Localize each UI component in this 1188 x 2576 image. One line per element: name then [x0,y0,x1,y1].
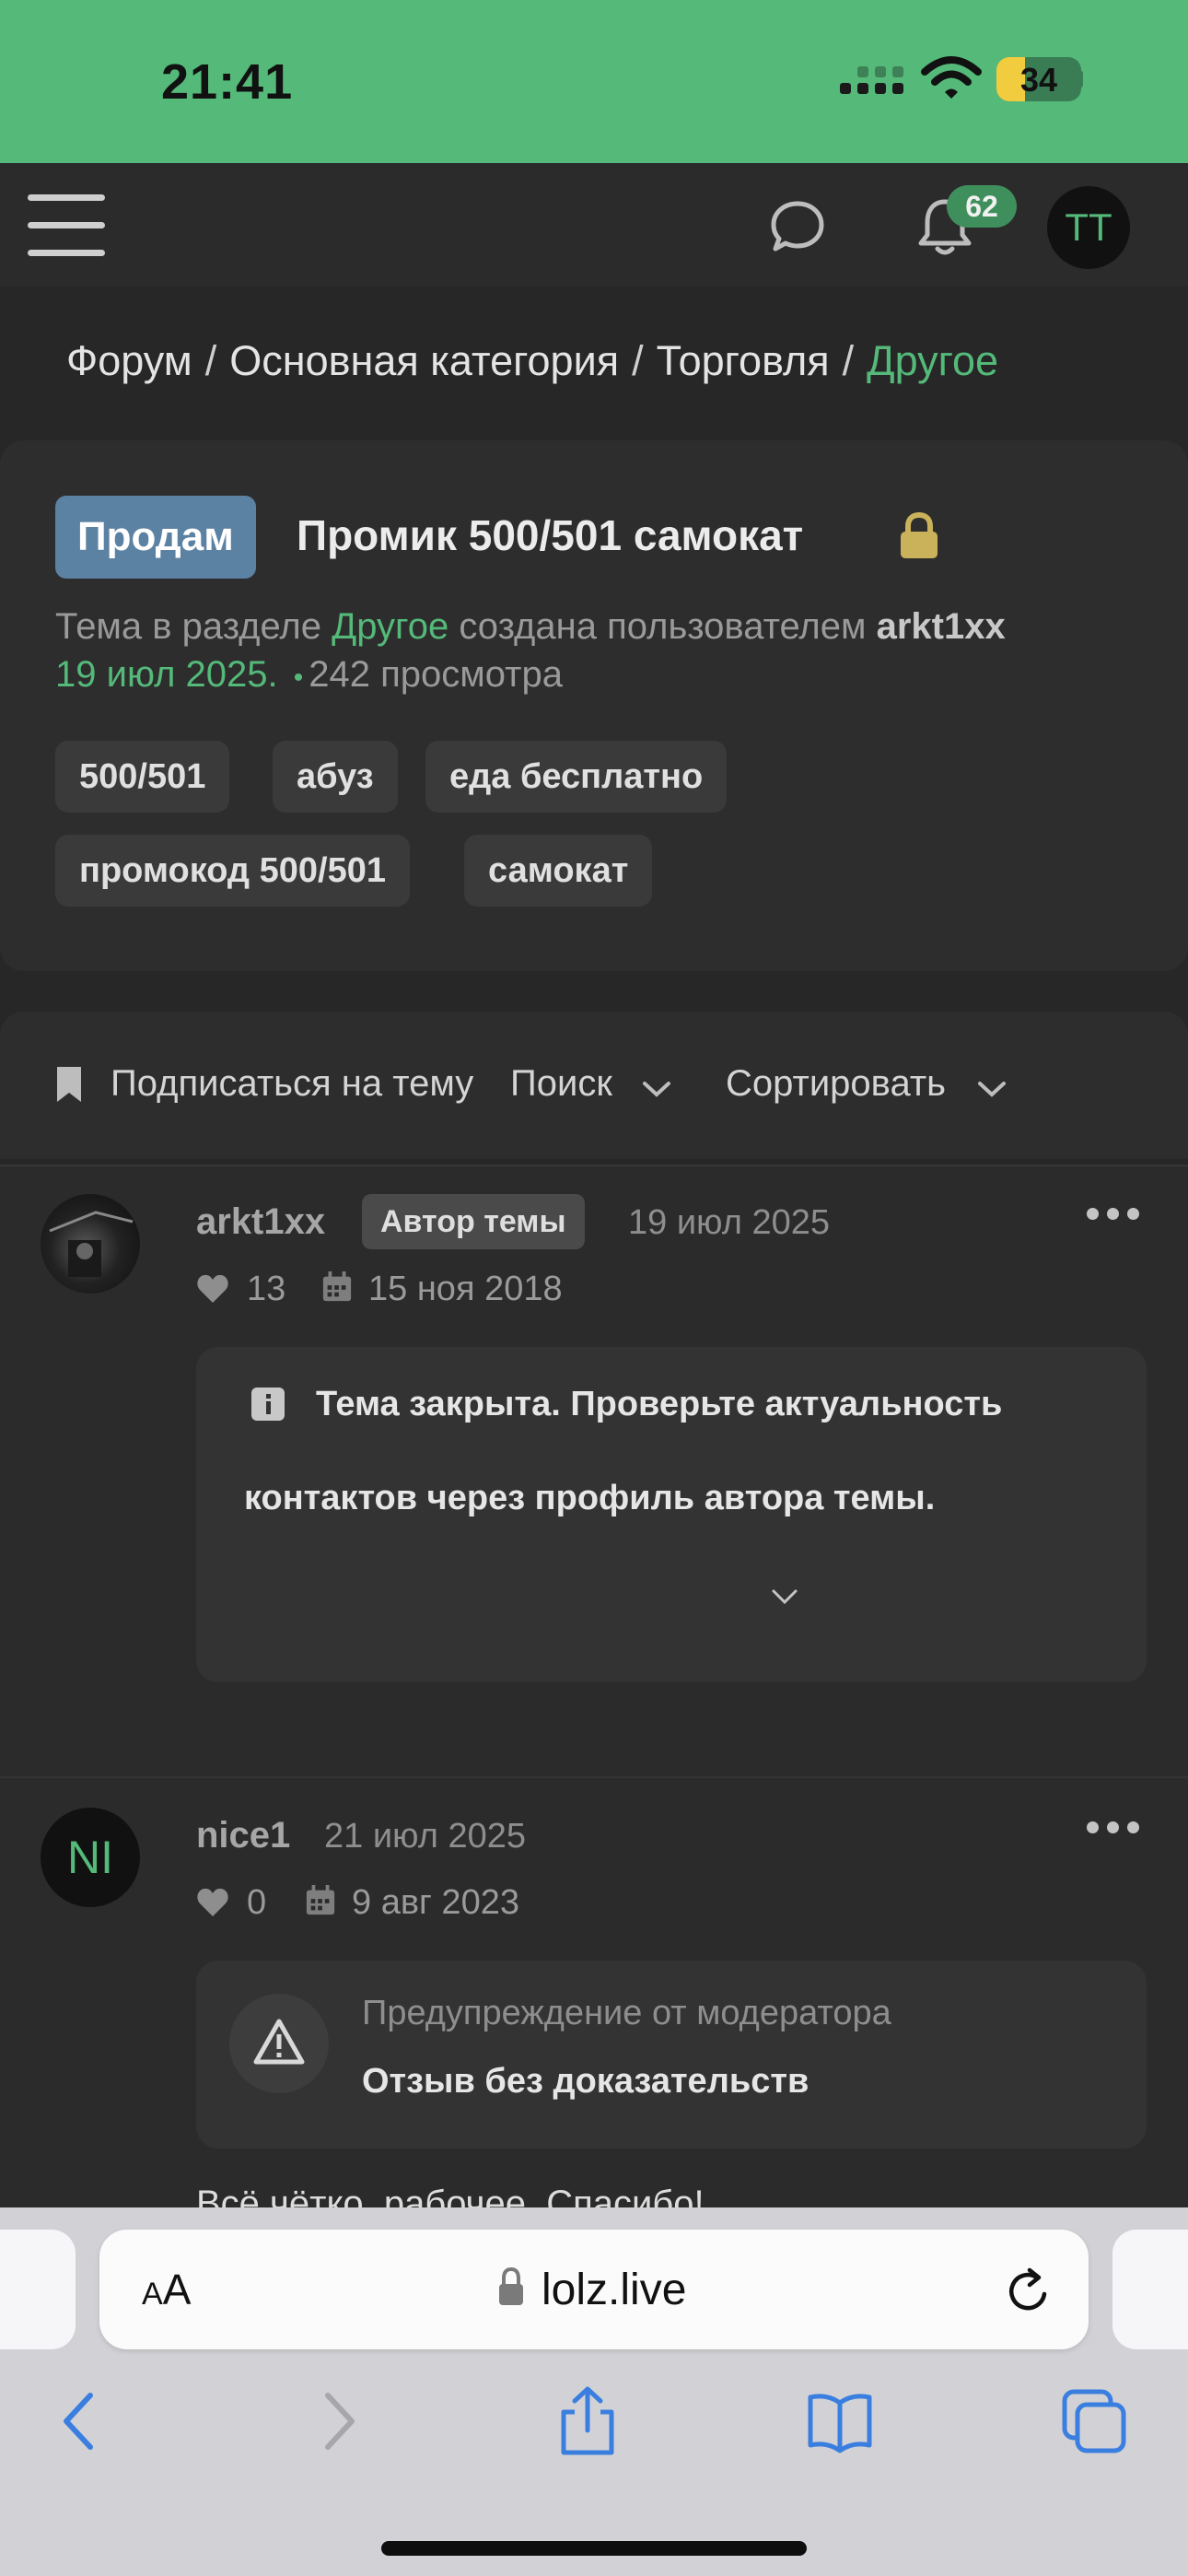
address-bar[interactable]: AA lolz.live [99,2230,1089,2349]
post: arkt1xx Автор темы 19 июл 2025 13 15 ноя… [0,1166,1188,1776]
menu-icon[interactable] [28,191,105,259]
chat-icon[interactable] [770,200,825,253]
cellular-signal-icon [840,66,904,100]
lock-icon [901,512,938,558]
browser-toolbar: AA lolz.live [0,2207,1188,2576]
thread-title: Промик 500/501 самокат [297,511,804,559]
battery-icon: 34 [996,57,1081,101]
battery-level: 34 [1019,61,1058,99]
notice-line-2: контактов через профиль автора темы. [244,1479,936,1517]
more-options-icon[interactable] [1087,1821,1140,1834]
forward-icon[interactable] [304,2386,374,2456]
notifications-badge: 62 [947,185,1017,228]
home-indicator[interactable] [381,2541,807,2556]
breadcrumb-item-main-category[interactable]: Основная категория [229,337,619,384]
warning-icon [253,2019,305,2065]
tag-chip[interactable]: промокод 500/501 [55,835,410,907]
registration-date: 15 ноя 2018 [368,1270,563,1308]
chevron-down-icon[interactable] [641,1080,672,1098]
next-tab-preview[interactable] [1112,2230,1188,2349]
calendar-icon [322,1271,352,1302]
post-username[interactable]: nice1 [196,1815,290,1856]
registration-date: 9 авг 2023 [352,1883,519,1922]
warning-title: Предупреждение от модератора [362,1994,891,2032]
lock-icon [499,2266,523,2305]
thread-prefix-badge[interactable]: Продам [55,496,256,579]
closed-thread-notice: Тема закрыта. Проверьте актуальность кон… [196,1347,1147,1682]
status-time: 21:41 [161,54,294,110]
more-options-icon[interactable] [1087,1208,1140,1221]
tag-chip[interactable]: абуз [273,741,398,813]
bookmarks-icon[interactable] [805,2386,875,2456]
sort-dropdown[interactable]: Сортировать [726,1063,946,1105]
thread-meta: Тема в разделе Другое создана пользовате… [55,606,1006,695]
warning-text: Отзыв без доказательств [362,2062,809,2101]
search-dropdown[interactable]: Поиск [510,1063,612,1105]
breadcrumb-item-other[interactable]: Другое [867,337,998,384]
post-date[interactable]: 21 июл 2025 [324,1817,526,1856]
post: NI nice1 21 июл 2025 0 9 авг 2023 Предуп… [0,1778,1188,2207]
info-icon [251,1388,285,1421]
tabs-icon[interactable] [1059,2386,1129,2456]
likes-count: 13 [247,1270,286,1308]
post-username[interactable]: arkt1xx [196,1201,325,1243]
reload-icon[interactable] [1004,2265,1054,2316]
heart-icon [197,1274,228,1303]
breadcrumb: Форум / Основная категория / Торговля / Другое [66,337,999,384]
breadcrumb-item-trading[interactable]: Торговля [657,337,830,384]
heart-icon [197,1888,228,1916]
tag-chip[interactable]: самокат [464,835,653,907]
thread-section-link[interactable]: Другое [332,606,448,647]
url-text[interactable]: lolz.live [542,2265,686,2315]
thread-toolbar: Подписаться на тему Поиск Сортировать [0,1012,1188,1159]
thread-views: 242 просмотра [309,654,563,695]
tag-chip[interactable]: 500/501 [55,741,230,813]
top-navigation: 62 TT [0,163,1188,287]
status-bar: 21:41 34 [0,0,1188,163]
thread-header: Продам Промик 500/501 самокат Тема в раз… [0,440,1188,971]
expand-chevron-icon[interactable] [771,1588,798,1605]
moderator-warning: Предупреждение от модератора Отзыв без д… [196,1961,1147,2149]
avatar[interactable] [41,1194,140,1294]
tag-chip[interactable]: еда бесплатно [425,741,728,813]
bookmark-icon[interactable] [55,1065,83,1104]
post-date[interactable]: 19 июл 2025 [628,1203,830,1243]
user-avatar[interactable]: TT [1047,186,1130,269]
notice-line-1: Тема закрыта. Проверьте актуальность [316,1385,1003,1423]
reader-settings-button[interactable]: AA [142,2265,191,2314]
wifi-icon [921,56,982,99]
likes-count: 0 [247,1883,267,1922]
breadcrumb-item-forum[interactable]: Форум [66,337,192,384]
back-icon[interactable] [44,2386,114,2456]
previous-tab-preview[interactable] [0,2230,76,2349]
avatar[interactable]: NI [41,1808,140,1907]
thread-author-link[interactable]: arkt1xx [877,606,1006,647]
author-badge: Автор темы [362,1194,585,1249]
thread-date: 19 июл 2025. [55,654,278,695]
calendar-icon [306,1885,335,1915]
chevron-down-icon[interactable] [976,1080,1007,1098]
subscribe-button[interactable]: Подписаться на тему [111,1063,473,1105]
share-icon[interactable] [553,2386,623,2456]
